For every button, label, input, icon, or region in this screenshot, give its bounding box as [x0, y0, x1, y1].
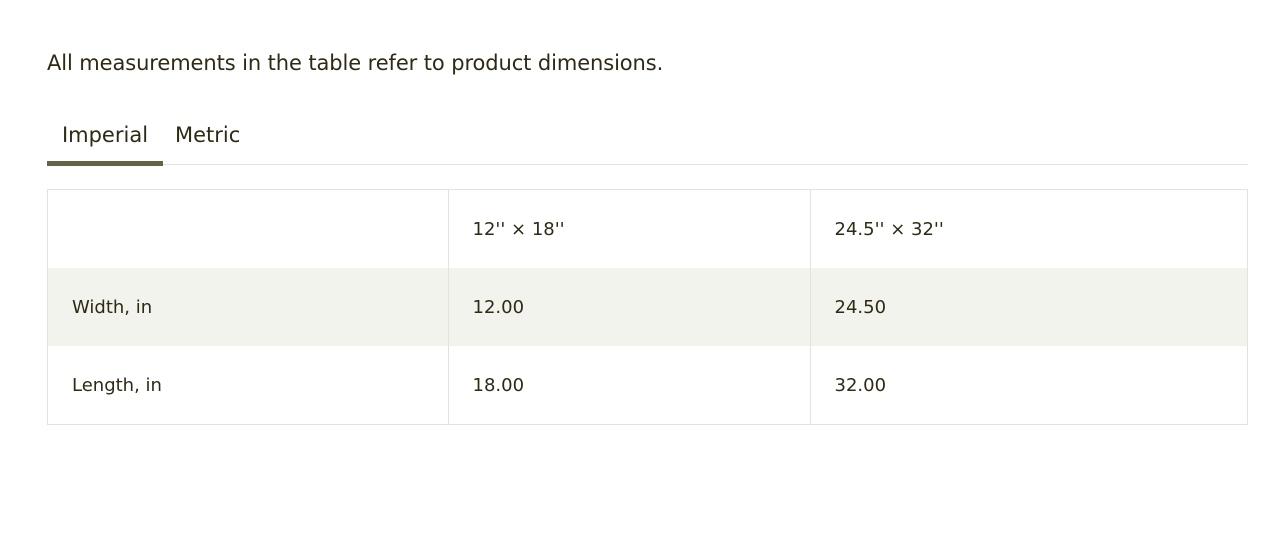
tab-imperial[interactable]: Imperial [47, 117, 163, 166]
intro-text: All measurements in the table refer to p… [47, 51, 664, 75]
table-row: Length, in 18.00 32.00 [48, 346, 1247, 424]
table-cell: 32.00 [809, 346, 1247, 424]
tab-metric[interactable]: Metric [175, 117, 240, 165]
table-header-row: 12'' × 18'' 24.5'' × 32'' [48, 190, 1247, 268]
table-cell: 12.00 [447, 268, 810, 346]
table-header-cell: 12'' × 18'' [447, 190, 810, 268]
dimensions-table: 12'' × 18'' 24.5'' × 32'' Width, in 12.0… [47, 189, 1248, 425]
table-row: Width, in 12.00 24.50 [48, 268, 1247, 346]
table-header-cell: 24.5'' × 32'' [809, 190, 1247, 268]
row-label: Length, in [72, 374, 162, 396]
row-label: Width, in [48, 268, 448, 346]
table-header-cell [48, 190, 448, 268]
table-cell: 24.50 [809, 268, 1247, 346]
table-cell: 18.00 [447, 346, 810, 424]
unit-tabs: Imperial Metric [47, 117, 1248, 166]
